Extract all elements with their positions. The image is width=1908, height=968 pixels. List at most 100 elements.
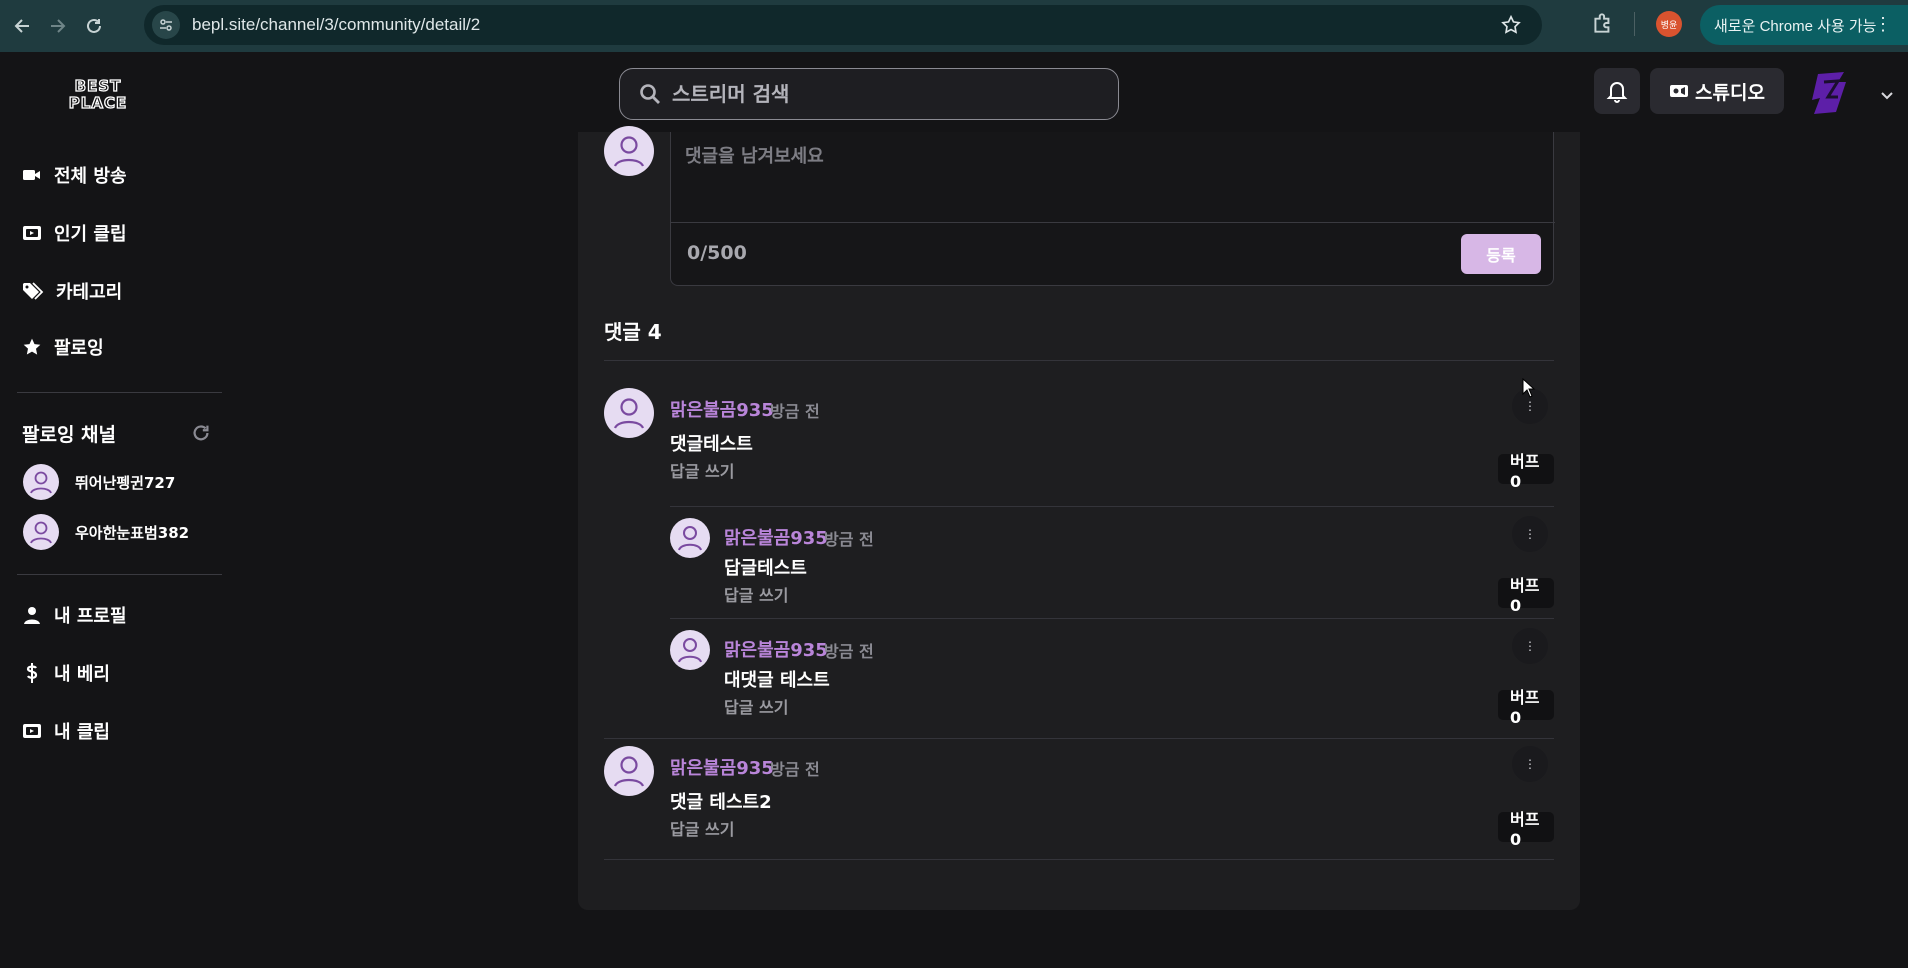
bookmark-star-icon[interactable] [1500,14,1522,40]
comment-item: 맑은불곰935 방금 전 댓글 테스트2 답글 쓰기 버프 0 ⋮ [604,746,1554,849]
back-icon[interactable] [8,12,36,40]
comment-time: 방금 전 [824,642,874,661]
sidebar-divider [17,574,222,575]
sidebar-item-my-clips[interactable]: 내 클립 [22,714,110,748]
comment-author[interactable]: 맑은불곰935 [670,754,774,780]
channel-name: 뛰어난펭귄727 [75,473,176,492]
search-icon [640,84,660,104]
comment-input[interactable] [685,142,1535,212]
notification-bell-button[interactable] [1594,68,1640,114]
comment-time: 방금 전 [770,760,820,779]
community-comments-panel: 0/500 등록 댓글 4 맑은불곰935 방금 전 댓글테스트 답글 쓰기 버… [578,126,1580,910]
video-camera-icon [23,170,40,180]
address-bar[interactable]: bepl.site/channel/3/community/detail/2 [144,5,1542,45]
reload-icon[interactable] [80,12,108,40]
clip-icon [23,724,41,738]
sidebar-item-label: 팔로잉 [54,338,104,359]
avatar[interactable] [604,746,654,796]
user-avatar[interactable] [1808,68,1852,118]
comment-author[interactable]: 맑은불곰935 [724,636,828,662]
chevron-down-icon[interactable] [1880,86,1894,105]
reply-button[interactable]: 답글 쓰기 [724,694,788,718]
forward-icon[interactable] [44,12,72,40]
avatar[interactable] [604,388,654,438]
buff-button[interactable]: 버프 0 [1498,452,1554,491]
buff-button[interactable]: 버프 0 [1498,576,1554,615]
divider [670,618,1554,619]
video-camera-icon [1670,85,1689,97]
sidebar-item-label: 내 프로필 [54,606,127,627]
app-header: BEST PLACE 스튜디오 [0,52,1908,132]
comment-item: 맑은불곰935 방금 전 댓글테스트 답글 쓰기 버프 0 ⋮ [604,388,1554,491]
star-icon [23,338,41,355]
reply-button[interactable]: 답글 쓰기 [670,816,734,840]
char-counter: 0/500 [687,242,747,264]
sidebar-item-label: 카테고리 [56,282,123,303]
update-label: 새로운 Chrome 사용 가능 [1714,17,1877,35]
reply-button[interactable]: 답글 쓰기 [724,582,788,606]
browser-toolbar: bepl.site/channel/3/community/detail/2 병… [0,0,1908,52]
mouse-cursor-icon [1522,377,1536,402]
following-channel-item[interactable]: 우아한눈표범382 [23,514,189,550]
user-icon [24,607,40,624]
divider [604,859,1554,860]
chrome-update-button[interactable]: 새로운 Chrome 사용 가능 ⋮ [1700,5,1908,45]
avatar [23,464,59,500]
comment-count-title: 댓글 4 [604,320,662,344]
channel-name: 우아한눈표범382 [75,523,190,542]
avatar [604,126,654,176]
sidebar-item-label: 내 클립 [54,722,110,743]
url-text: bepl.site/channel/3/community/detail/2 [192,15,481,34]
avatar[interactable] [670,518,710,558]
streamer-search[interactable] [619,68,1119,120]
site-settings-icon[interactable] [152,11,180,39]
sidebar-item-label: 전체 방송 [54,166,127,187]
buff-button[interactable]: 버프 0 [1498,688,1554,727]
comment-body: 답글테스트 [724,558,807,579]
dollar-icon [26,663,38,683]
studio-label: 스튜디오 [1695,81,1765,104]
avatar [23,514,59,550]
sidebar-item-categories[interactable]: 카테고리 [22,274,122,308]
sidebar-item-my-profile[interactable]: 내 프로필 [22,598,127,632]
following-channel-item[interactable]: 뛰어난펭귄727 [23,464,175,500]
comment-author[interactable]: 맑은불곰935 [670,396,774,422]
comment-time: 방금 전 [770,402,820,421]
best-place-logo[interactable]: BEST PLACE [56,77,140,114]
sidebar-item-all-broadcasts[interactable]: 전체 방송 [22,158,127,192]
comment-body: 댓글테스트 [670,434,753,455]
buff-button[interactable]: 버프 0 [1498,810,1554,849]
submit-comment-button[interactable]: 등록 [1461,234,1541,274]
more-options-icon[interactable]: ⋮ [1512,746,1548,782]
bell-icon [1606,82,1628,103]
sidebar-item-my-berry[interactable]: 내 베리 [22,656,110,690]
comment-author[interactable]: 맑은불곰935 [724,524,828,550]
refresh-icon[interactable] [190,422,212,448]
reply-item: 맑은불곰935 방금 전 답글테스트 답글 쓰기 버프 0 ⋮ [670,514,1554,615]
comment-body: 대댓글 테스트 [724,670,830,691]
sidebar: 전체 방송 인기 클립 카테고리 팔로잉 팔로잉 채널 뛰어난펭귄727 우아한… [0,132,240,968]
comment-body: 댓글 테스트2 [670,792,772,813]
tags-icon [23,282,44,300]
divider [604,738,1554,739]
sidebar-item-label: 내 베리 [54,664,110,685]
divider [604,360,1554,361]
toolbar-separator [1634,12,1635,36]
sidebar-item-label: 인기 클립 [54,224,127,245]
following-channels-title: 팔로잉 채널 [22,424,117,446]
sidebar-item-following[interactable]: 팔로잉 [22,330,104,364]
extensions-icon[interactable] [1590,10,1616,40]
studio-button[interactable]: 스튜디오 [1650,68,1784,114]
divider [670,506,1554,507]
more-options-icon[interactable]: ⋮ [1512,516,1548,552]
sidebar-item-popular-clips[interactable]: 인기 클립 [22,216,127,250]
comment-composer: 0/500 등록 [670,132,1555,286]
more-vert-icon[interactable]: ⋮ [1874,15,1892,33]
search-input[interactable] [672,82,1092,106]
reply-button[interactable]: 답글 쓰기 [670,458,734,482]
avatar[interactable] [670,630,710,670]
browser-profile-avatar[interactable]: 병윤 [1656,11,1682,37]
composer-divider [671,222,1555,223]
more-options-icon[interactable]: ⋮ [1512,628,1548,664]
comment-time: 방금 전 [824,530,874,549]
